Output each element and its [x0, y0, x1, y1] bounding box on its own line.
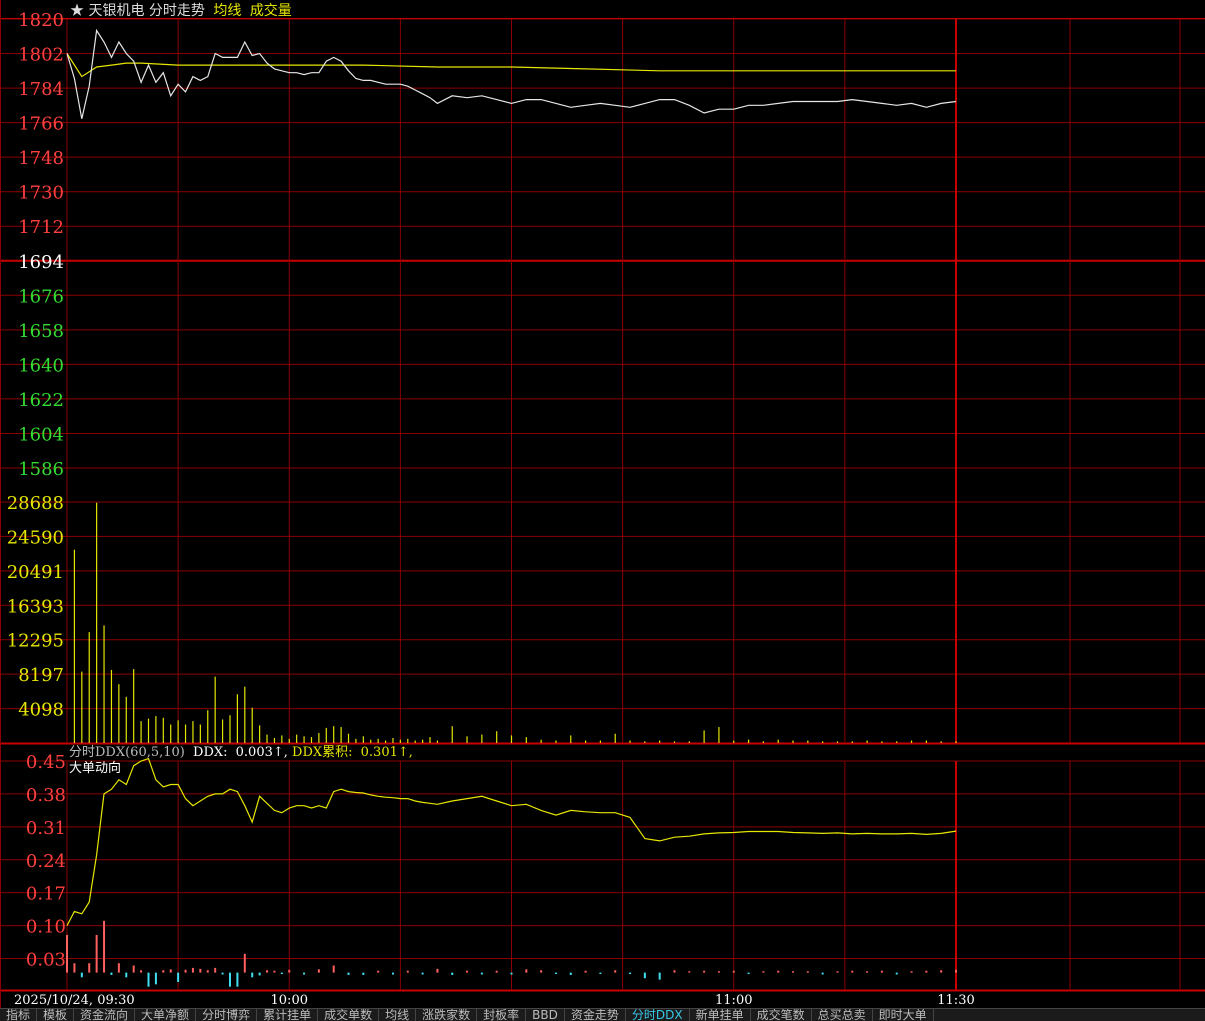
volume-tick-label: 28688 — [7, 493, 64, 514]
volume-tick-label: 16393 — [7, 596, 64, 617]
price-tick-label: 1658 — [18, 321, 64, 342]
x-tick-label: 11:30 — [937, 993, 974, 1008]
stock-name: 天银机电 — [88, 3, 144, 19]
price-tick-label: 1712 — [18, 217, 64, 238]
tab-6[interactable]: 成交单数 — [318, 1009, 380, 1021]
tab-10[interactable]: BBD — [526, 1009, 565, 1021]
x-tick-label: 2025/10/24, 09:30 — [14, 993, 135, 1008]
ddx-tick-label: 0.45 — [26, 752, 66, 773]
chart-mode: 分时走势 — [149, 3, 205, 19]
ddx-indicator-name: 分时DDX(60,5,10) — [69, 745, 185, 760]
tab-12[interactable]: 分时DDX — [626, 1009, 690, 1021]
star-icon: ★ — [70, 3, 84, 19]
ddx-value: 0.003↑, — [236, 745, 288, 760]
legend-avg: 均线 — [213, 3, 241, 19]
price-tick-label: 1640 — [18, 355, 64, 376]
tab-5[interactable]: 累计挂单 — [257, 1009, 319, 1021]
price-tick-label: 1694 — [18, 252, 64, 273]
ddx-tick-label: 0.38 — [26, 785, 66, 806]
ddx-tick-label: 0.10 — [26, 917, 66, 938]
tab-2[interactable]: 资金流向 — [74, 1009, 136, 1021]
price-tick-label: 1604 — [18, 424, 64, 445]
price-tick-label: 1676 — [18, 286, 64, 307]
volume-tick-label: 24590 — [7, 527, 64, 548]
price-tick-label: 1820 — [18, 10, 64, 31]
ddx-label: DDX: — [193, 745, 227, 760]
legend-volume: 成交量 — [250, 2, 292, 19]
price-tick-label: 1730 — [18, 183, 64, 204]
ddx-cum-value: 0.301↑, — [361, 745, 413, 760]
x-tick-label: 10:00 — [271, 993, 308, 1008]
tab-8[interactable]: 涨跌家数 — [416, 1009, 478, 1021]
tab-9[interactable]: 封板率 — [477, 1009, 527, 1021]
ddx-tick-label: 0.24 — [26, 851, 66, 872]
stock-chart: 1820 1802 1784 1766 1748 1730 1712 1694 1676 1658… — [0, 0, 1205, 1008]
x-axis-labels: 2025/10/24, 09:30 10:00 11:00 11:30 — [14, 993, 975, 1008]
tab-16[interactable]: 即时大单 — [873, 1009, 934, 1021]
price-tick-label: 1766 — [18, 114, 64, 135]
tab-13[interactable]: 新单挂单 — [690, 1009, 751, 1021]
volume-tick-label: 4098 — [18, 700, 64, 721]
tab-7[interactable]: 均线 — [379, 1009, 417, 1021]
tab-3[interactable]: 大单净额 — [135, 1009, 197, 1021]
price-tick-label: 1802 — [18, 45, 64, 66]
tab-14[interactable]: 成交笔数 — [751, 1009, 812, 1021]
ddx-tick-label: 0.31 — [26, 818, 66, 839]
volume-tick-label: 8197 — [18, 665, 64, 686]
indicator-tab-bar: 指标 模板 资金流向 大单净额 分时博弈 累计挂单 成交单数 均线 涨跌家数 封板率 BBD 资金走势… — [0, 1008, 1205, 1021]
tab-15[interactable]: 总买总卖 — [812, 1009, 873, 1021]
price-tick-label: 1784 — [18, 79, 64, 100]
price-tick-label: 1622 — [18, 390, 64, 411]
tab-0[interactable]: 指标 — [0, 1009, 38, 1021]
volume-tick-label: 12295 — [7, 631, 64, 652]
price-tick-label: 1748 — [18, 148, 64, 169]
tab-4[interactable]: 分时博弈 — [196, 1009, 258, 1021]
ddx-header: 分时DDX(60,5,10) DDX: 0.003↑, DDX累积: 0.301… — [69, 745, 413, 760]
chart-header: ★ 天银机电 分时走势 均线 成交量 — [70, 2, 292, 19]
ddx-cum-label: DDX累积: — [292, 745, 352, 760]
x-tick-label: 11:00 — [715, 993, 752, 1008]
volume-tick-label: 20491 — [7, 562, 64, 583]
price-tick-label: 1586 — [18, 459, 64, 480]
ddx-series-label: 大单动向 — [69, 760, 121, 776]
grid — [0, 0, 1205, 1008]
volume-bars — [73, 502, 957, 743]
ddx-tick-label: 0.03 — [26, 950, 66, 971]
tab-1[interactable]: 模板 — [37, 1009, 75, 1021]
tab-11[interactable]: 资金走势 — [565, 1009, 626, 1021]
ddx-tick-label: 0.17 — [26, 884, 66, 905]
